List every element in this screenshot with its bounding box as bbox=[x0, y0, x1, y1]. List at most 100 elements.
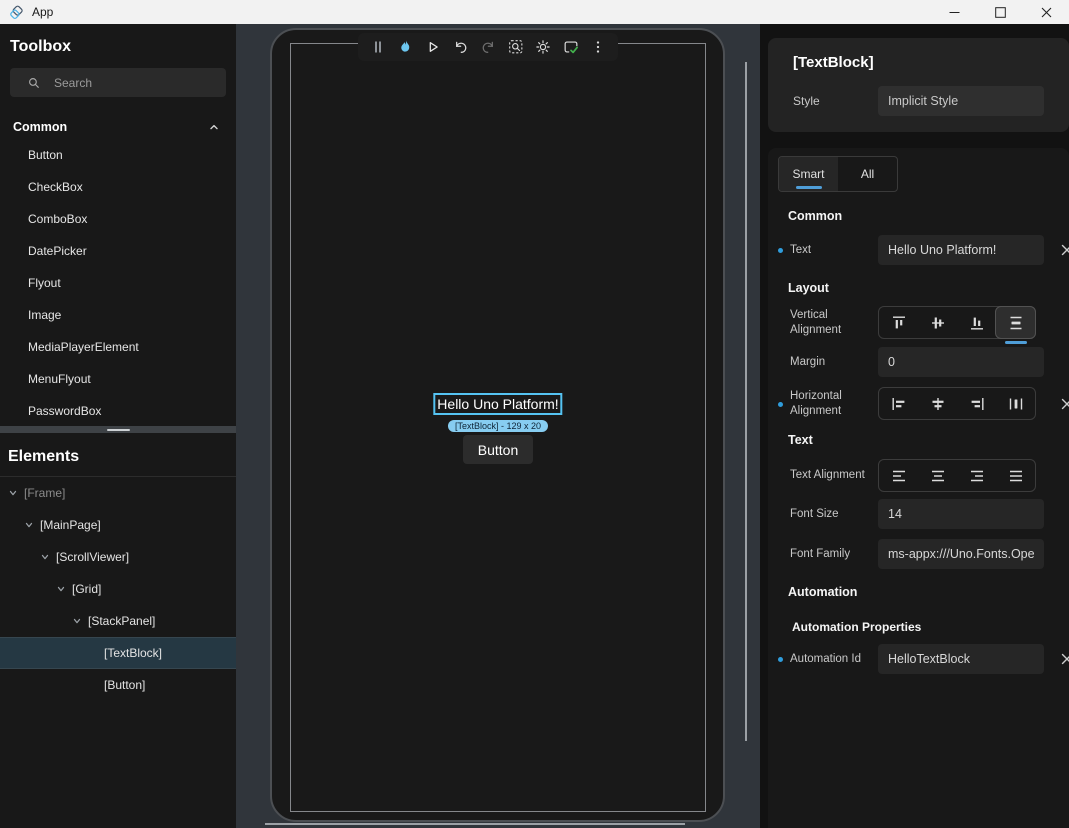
modified-indicator-dot bbox=[778, 248, 783, 253]
tree-item-label: [Frame] bbox=[24, 486, 65, 500]
toolbox-item-combobox[interactable]: ComboBox bbox=[0, 203, 236, 235]
text-align-justify-button[interactable] bbox=[996, 460, 1035, 491]
scrollbar-thumb[interactable] bbox=[107, 429, 130, 431]
font-family-input[interactable] bbox=[878, 539, 1044, 569]
text-align-center-button[interactable] bbox=[918, 460, 957, 491]
horizontal-scrollbar[interactable] bbox=[265, 823, 685, 825]
tree-item-scrollviewer[interactable]: [ScrollViewer] bbox=[0, 541, 236, 573]
search-icon bbox=[27, 76, 41, 90]
property-row-font-size: Font Size bbox=[768, 499, 1069, 529]
chevron-down-icon[interactable] bbox=[56, 584, 72, 594]
halign-stretch-button[interactable] bbox=[996, 388, 1035, 419]
section-header-layout: Layout bbox=[788, 281, 1069, 295]
tree-item-label: [Button] bbox=[104, 678, 145, 692]
hot-reload-flame-icon[interactable] bbox=[396, 37, 416, 57]
property-options-icon[interactable] bbox=[1060, 243, 1069, 257]
section-header-text: Text bbox=[788, 433, 1069, 447]
undo-icon[interactable] bbox=[451, 37, 471, 57]
valign-top-button[interactable] bbox=[879, 307, 918, 338]
tab-all[interactable]: All bbox=[838, 157, 897, 191]
toolbox-item-flyout[interactable]: Flyout bbox=[0, 267, 236, 299]
toolbox-item-datepicker[interactable]: DatePicker bbox=[0, 235, 236, 267]
halign-left-button[interactable] bbox=[879, 388, 918, 419]
tree-item-stackpanel[interactable]: [StackPanel] bbox=[0, 605, 236, 637]
margin-input[interactable] bbox=[878, 347, 1044, 377]
more-menu-icon[interactable] bbox=[588, 37, 608, 57]
style-input[interactable] bbox=[878, 86, 1044, 116]
toolbox-panel: Toolbox Common ButtonCheckBoxComboBoxDat… bbox=[0, 24, 236, 426]
property-options-icon[interactable] bbox=[1060, 652, 1069, 666]
font-size-input[interactable] bbox=[878, 499, 1044, 529]
tab-smart[interactable]: Smart bbox=[779, 157, 838, 191]
horizontal-alignment-group bbox=[878, 387, 1036, 420]
uno-platform-logo-icon bbox=[9, 5, 24, 20]
inspector-properties-card: Smart All Common Text Layout Vertical Al… bbox=[768, 148, 1069, 828]
vertical-alignment-label: Vertical Alignment bbox=[790, 308, 878, 338]
play-icon[interactable] bbox=[423, 37, 443, 57]
toolbox-item-mediaplayerelement[interactable]: MediaPlayerElement bbox=[0, 331, 236, 363]
valign-stretch-button[interactable] bbox=[995, 306, 1036, 339]
selected-element-title: [TextBlock] bbox=[793, 54, 874, 71]
tree-item-grid[interactable]: [Grid] bbox=[0, 573, 236, 605]
property-options-icon[interactable] bbox=[1060, 397, 1069, 411]
titlebar: App bbox=[0, 0, 1069, 24]
halign-right-button[interactable] bbox=[957, 388, 996, 419]
canvas-button[interactable]: Button bbox=[463, 435, 533, 464]
text-align-right-button[interactable] bbox=[957, 460, 996, 491]
property-row-automation-id: Automation Id bbox=[768, 644, 1069, 674]
theme-toggle-sun-icon[interactable] bbox=[533, 37, 553, 57]
canvas-textblock-selected[interactable]: Hello Uno Platform! bbox=[433, 393, 562, 415]
minimize-icon bbox=[949, 7, 960, 18]
grip-icon[interactable] bbox=[368, 37, 388, 57]
tree-item-label: [StackPanel] bbox=[88, 614, 155, 628]
toolbox-item-menuflyout[interactable]: MenuFlyout bbox=[0, 363, 236, 395]
chevron-down-icon[interactable] bbox=[72, 616, 88, 626]
inspector-header-card: [TextBlock] Style bbox=[768, 38, 1069, 132]
left-sidebar: Toolbox Common ButtonCheckBoxComboBoxDat… bbox=[0, 24, 236, 828]
close-button[interactable] bbox=[1023, 0, 1069, 24]
margin-label: Margin bbox=[790, 355, 878, 370]
text-property-label: Text bbox=[790, 243, 878, 258]
tree-item-label: [MainPage] bbox=[40, 518, 101, 532]
chevron-down-icon[interactable] bbox=[8, 488, 24, 498]
maximize-button[interactable] bbox=[977, 0, 1023, 24]
validate-checklist-icon[interactable] bbox=[561, 37, 581, 57]
toolbox-item-passwordbox[interactable]: PasswordBox bbox=[0, 395, 236, 426]
style-label: Style bbox=[793, 94, 820, 108]
toolbox-item-button[interactable]: Button bbox=[0, 139, 236, 171]
search-input[interactable] bbox=[54, 76, 226, 90]
text-alignment-label: Text Alignment bbox=[790, 468, 878, 483]
automation-id-input[interactable] bbox=[878, 644, 1044, 674]
panel-splitter-scrollbar[interactable] bbox=[0, 426, 236, 433]
chevron-up-icon[interactable] bbox=[208, 121, 220, 133]
toolbox-item-checkbox[interactable]: CheckBox bbox=[0, 171, 236, 203]
vertical-scrollbar[interactable] bbox=[745, 62, 747, 741]
elements-panel: Elements [Frame][MainPage][ScrollViewer]… bbox=[0, 433, 236, 828]
chevron-down-icon[interactable] bbox=[40, 552, 56, 562]
tree-item-mainpage[interactable]: [MainPage] bbox=[0, 509, 236, 541]
property-row-margin: Margin bbox=[768, 347, 1069, 377]
text-alignment-group bbox=[878, 459, 1036, 492]
tree-item-button[interactable]: [Button] bbox=[0, 669, 236, 701]
toolbox-search[interactable] bbox=[10, 68, 226, 97]
minimize-button[interactable] bbox=[931, 0, 977, 24]
automation-id-label: Automation Id bbox=[790, 652, 878, 667]
section-header-automation: Automation bbox=[788, 585, 1069, 599]
halign-center-button[interactable] bbox=[918, 388, 957, 419]
tree-item-textblock[interactable]: [TextBlock] bbox=[0, 637, 236, 669]
toolbox-item-image[interactable]: Image bbox=[0, 299, 236, 331]
redo-icon[interactable] bbox=[478, 37, 498, 57]
tree-item-label: [ScrollViewer] bbox=[56, 550, 129, 564]
tree-item-frame[interactable]: [Frame] bbox=[0, 477, 236, 509]
toolbox-section-common[interactable]: Common bbox=[0, 115, 236, 139]
valign-center-button[interactable] bbox=[918, 307, 957, 338]
property-row-font-family: Font Family bbox=[768, 539, 1069, 569]
window-title: App bbox=[32, 5, 53, 19]
inspect-element-icon[interactable] bbox=[506, 37, 526, 57]
chevron-down-icon[interactable] bbox=[24, 520, 40, 530]
text-property-input[interactable] bbox=[878, 235, 1044, 265]
horizontal-alignment-label: Horizontal Alignment bbox=[790, 389, 878, 419]
property-row-text: Text bbox=[768, 235, 1069, 265]
valign-bottom-button[interactable] bbox=[957, 307, 996, 338]
text-align-left-button[interactable] bbox=[879, 460, 918, 491]
